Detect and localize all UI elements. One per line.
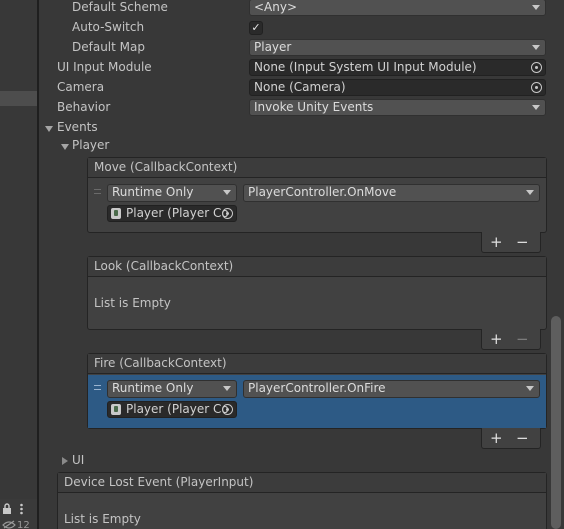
visibility-icon[interactable] xyxy=(2,520,16,529)
fire-function-dropdown[interactable]: PlayerController.OnFire xyxy=(243,380,540,398)
look-event-header: Look (CallbackContext) xyxy=(88,257,546,277)
chevron-down-icon xyxy=(223,386,231,391)
ui-input-module-label: UI Input Module xyxy=(57,60,152,74)
move-target-object-value: Player (Player Co xyxy=(126,206,229,220)
fire-list-footer: + − xyxy=(481,428,541,449)
hierarchy-bottom-bar: 12 xyxy=(0,499,37,529)
lock-icon[interactable] xyxy=(2,503,12,515)
kebab-menu-icon[interactable] xyxy=(19,503,24,515)
default-scheme-dropdown[interactable]: <Any> xyxy=(249,0,546,16)
player-foldout-arrow-icon[interactable] xyxy=(61,144,69,150)
device-lost-event-panel: Device Lost Event (PlayerInput) List is … xyxy=(57,472,547,529)
object-picker-icon[interactable] xyxy=(531,82,542,93)
inspector-scrollbar-thumb[interactable] xyxy=(551,316,561,529)
auto-switch-label: Auto-Switch xyxy=(72,20,145,34)
events-foldout-arrow-icon[interactable] xyxy=(45,126,53,132)
move-runtime-dropdown[interactable]: Runtime Only xyxy=(107,184,237,202)
look-remove-button[interactable]: − xyxy=(516,330,529,348)
chevron-down-icon xyxy=(532,105,540,110)
chevron-down-icon xyxy=(532,5,540,10)
drag-handle-icon[interactable] xyxy=(94,385,101,390)
behavior-label: Behavior xyxy=(57,100,111,114)
behavior-value: Invoke Unity Events xyxy=(254,100,374,114)
default-map-label: Default Map xyxy=(72,40,145,54)
ui-input-module-field[interactable]: None (Input System UI Input Module) xyxy=(249,59,546,76)
look-empty-label: List is Empty xyxy=(94,296,171,310)
ui-foldout-label[interactable]: UI xyxy=(72,453,84,467)
look-event-panel: Look (CallbackContext) List is Empty xyxy=(87,256,547,330)
drag-handle-icon[interactable] xyxy=(94,189,101,194)
default-scheme-label: Default Scheme xyxy=(72,0,168,14)
ui-input-module-value: None (Input System UI Input Module) xyxy=(254,60,477,74)
fire-runtime-value: Runtime Only xyxy=(112,381,194,395)
object-picker-icon[interactable] xyxy=(222,404,233,415)
object-picker-icon[interactable] xyxy=(531,62,542,73)
fire-target-object-field[interactable]: Player (Player Co xyxy=(107,401,237,418)
move-function-dropdown[interactable]: PlayerController.OnMove xyxy=(243,184,540,202)
fire-function-value: PlayerController.OnFire xyxy=(248,381,386,395)
look-add-button[interactable]: + xyxy=(490,330,503,348)
auto-switch-checkbox[interactable]: ✓ xyxy=(249,21,263,35)
checkmark-icon: ✓ xyxy=(251,21,261,34)
chevron-down-icon xyxy=(532,45,540,50)
move-event-header: Move (CallbackContext) xyxy=(88,158,546,178)
hidden-count: 12 xyxy=(17,520,30,529)
look-list-footer: + − xyxy=(481,329,541,350)
move-remove-button[interactable]: − xyxy=(516,233,529,251)
fire-runtime-dropdown[interactable]: Runtime Only xyxy=(107,380,237,398)
move-event-panel: Move (CallbackContext) Runtime Only Play… xyxy=(87,157,547,233)
camera-value: None (Camera) xyxy=(254,80,346,94)
move-add-button[interactable]: + xyxy=(490,233,503,251)
move-runtime-value: Runtime Only xyxy=(112,185,194,199)
ui-foldout-arrow-icon[interactable] xyxy=(62,457,68,465)
object-picker-icon[interactable] xyxy=(222,208,233,219)
fire-remove-button[interactable]: − xyxy=(516,429,529,447)
chevron-down-icon xyxy=(526,386,534,391)
camera-field[interactable]: None (Camera) xyxy=(249,79,546,96)
default-map-dropdown[interactable]: Player xyxy=(249,39,546,56)
hierarchy-panel-edge: 12 xyxy=(0,0,37,529)
player-foldout-label[interactable]: Player xyxy=(72,138,109,152)
fire-add-button[interactable]: + xyxy=(490,429,503,447)
script-icon xyxy=(111,208,121,219)
script-icon xyxy=(111,404,121,415)
chevron-down-icon xyxy=(526,190,534,195)
default-map-value: Player xyxy=(254,40,292,54)
fire-target-object-value: Player (Player Co xyxy=(126,402,229,416)
events-foldout-label[interactable]: Events xyxy=(57,120,98,134)
camera-label: Camera xyxy=(57,80,105,94)
hierarchy-selected-row[interactable] xyxy=(0,91,37,106)
device-lost-event-header: Device Lost Event (PlayerInput) xyxy=(58,473,546,493)
fire-event-panel: Fire (CallbackContext) Runtime Only Play… xyxy=(87,353,547,429)
move-list-footer: + − xyxy=(481,232,541,253)
behavior-dropdown[interactable]: Invoke Unity Events xyxy=(249,99,546,116)
device-lost-empty-label: List is Empty xyxy=(64,512,141,526)
move-function-value: PlayerController.OnMove xyxy=(248,185,397,199)
chevron-down-icon xyxy=(223,190,231,195)
fire-selected-row[interactable]: Runtime Only PlayerController.OnFire Pla… xyxy=(88,375,546,428)
fire-event-header: Fire (CallbackContext) xyxy=(88,354,546,374)
move-target-object-field[interactable]: Player (Player Co xyxy=(107,205,237,222)
default-scheme-value: <Any> xyxy=(254,0,298,14)
